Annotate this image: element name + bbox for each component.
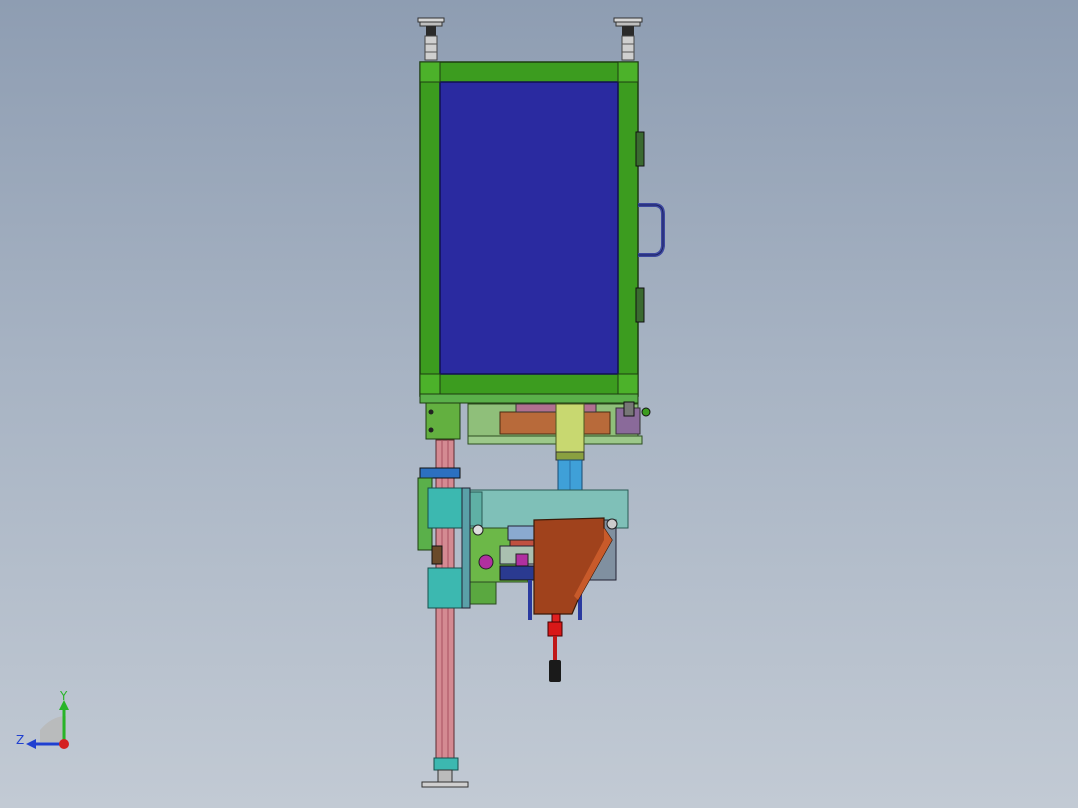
blue-panel (439, 81, 619, 375)
assembly-model[interactable] (0, 0, 1078, 808)
nozzle[interactable] (547, 613, 563, 682)
y-axis-label: Y (59, 689, 68, 703)
door-hardware (635, 131, 665, 323)
bottom-leveling-foot (421, 757, 469, 788)
top-leveling-feet (417, 17, 643, 61)
x-axis-dot (59, 739, 69, 749)
orientation-triad: Y Z (10, 686, 80, 756)
frame-enclosure[interactable] (419, 61, 639, 404)
cad-viewport[interactable]: Y Z (0, 0, 1078, 808)
mount-plates (425, 401, 651, 445)
z-axis-label: Z (16, 733, 24, 747)
